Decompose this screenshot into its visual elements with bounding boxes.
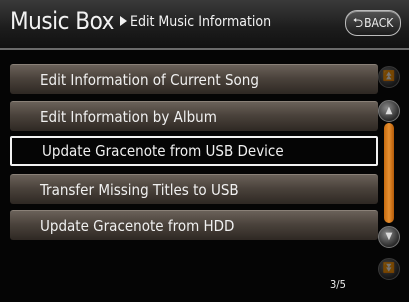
header-bar: Music Box Edit Music Information ⮌BACK	[0, 0, 409, 50]
scroll-top-button[interactable]: ⏫	[378, 66, 400, 88]
chevron-up-icon: ▲	[385, 105, 393, 116]
menu-item-update-gracenote-hdd[interactable]: Update Gracenote from HDD	[10, 210, 378, 240]
menu-item-edit-by-album[interactable]: Edit Information by Album	[10, 101, 378, 131]
scroll-up-button[interactable]: ▲	[378, 100, 400, 122]
scrollbar-thumb[interactable]	[384, 123, 394, 223]
breadcrumb-subtitle: Edit Music Information	[130, 14, 272, 30]
back-button[interactable]: ⮌BACK	[345, 10, 401, 36]
back-arrow-icon: ⮌	[352, 16, 364, 31]
menu-item-edit-current-song[interactable]: Edit Information of Current Song	[10, 64, 378, 94]
breadcrumb-arrow-icon	[120, 16, 127, 26]
menu-item-update-gracenote-usb[interactable]: Update Gracenote from USB Device	[10, 136, 378, 166]
scroll-bottom-button[interactable]: ⏬	[378, 258, 400, 280]
screen: Music Box Edit Music Information ⮌BACK E…	[0, 0, 409, 302]
chevron-down-icon: ▼	[385, 231, 393, 242]
menu-item-transfer-missing-titles[interactable]: Transfer Missing Titles to USB	[10, 174, 378, 204]
back-label: BACK	[364, 16, 394, 30]
double-chevron-up-icon: ⏫	[382, 71, 396, 82]
double-chevron-down-icon: ⏬	[382, 263, 396, 274]
page-title: Music Box	[10, 7, 114, 35]
scroll-down-button[interactable]: ▼	[378, 226, 400, 248]
page-indicator: 3/5	[330, 278, 346, 291]
